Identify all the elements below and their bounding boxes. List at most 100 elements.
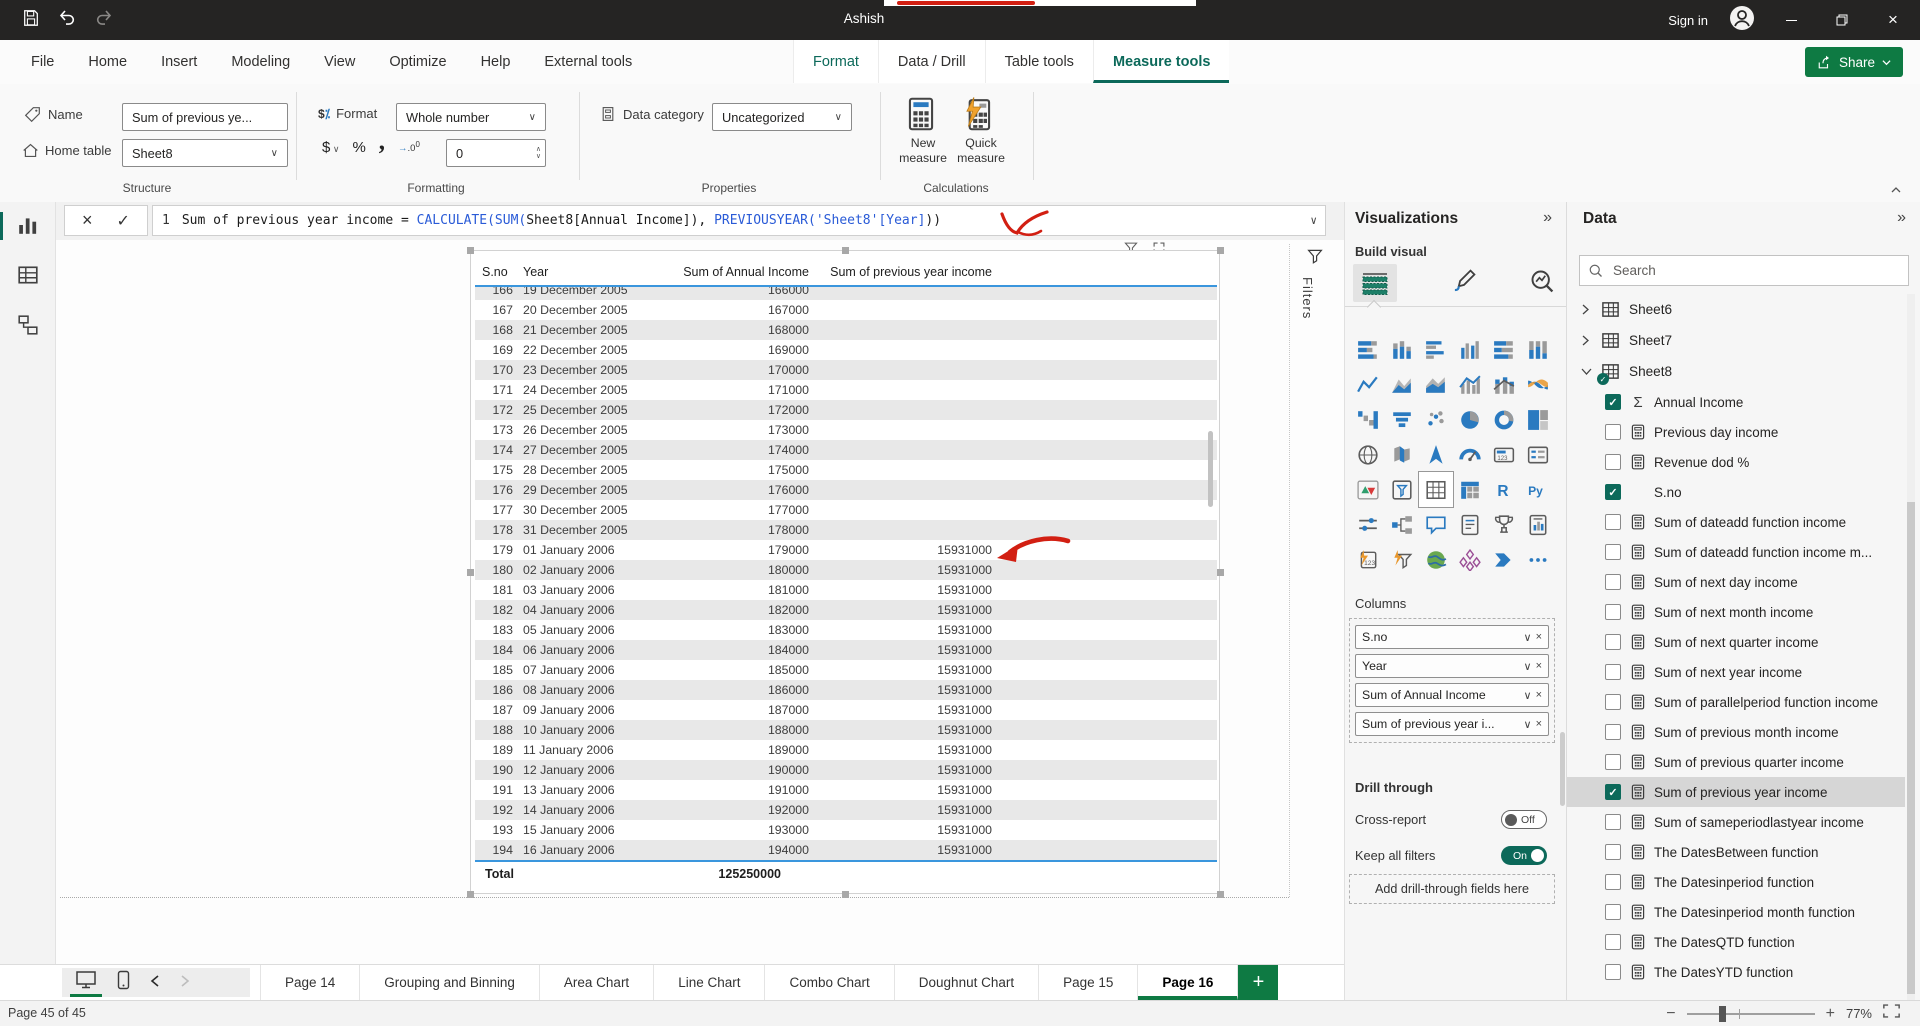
chevron-down-icon[interactable]: ∨: [1524, 660, 1532, 673]
menu-tab-external-tools[interactable]: External tools: [527, 40, 649, 83]
field-checkbox[interactable]: [1605, 634, 1621, 650]
visual-type-100-stacked-bar-chart[interactable]: [1487, 332, 1521, 367]
field-well-year[interactable]: Year∨×: [1355, 654, 1549, 678]
visual-type-smart-narrative[interactable]: [1453, 507, 1487, 542]
analytics-tab[interactable]: [1529, 268, 1555, 299]
field-well-sum-of-previous-year-i[interactable]: Sum of previous year i...∨×: [1355, 712, 1549, 736]
cancel-formula-button[interactable]: ×: [82, 210, 93, 231]
visual-type-scatter-chart[interactable]: [1419, 402, 1453, 437]
visual-type-power-automate-visual[interactable]: [1385, 542, 1419, 577]
field-checkbox[interactable]: [1605, 934, 1621, 950]
page-tab-page-14[interactable]: Page 14: [260, 965, 360, 1000]
visual-type-kpi[interactable]: [1351, 472, 1385, 507]
remove-field-icon[interactable]: ×: [1536, 631, 1542, 643]
menu-tab-insert[interactable]: Insert: [144, 40, 214, 83]
previous-page-icon[interactable]: [150, 974, 160, 992]
visual-type-line-stacked-column-chart[interactable]: [1487, 367, 1521, 402]
field-sum-of-previous-month-income[interactable]: Sum of previous month income: [1567, 717, 1905, 747]
field-well-s-no[interactable]: S.no∨×: [1355, 625, 1549, 649]
visual-type-slicer[interactable]: [1385, 472, 1419, 507]
visual-resize-handle[interactable]: [467, 891, 474, 898]
collapse-ribbon-icon[interactable]: [1890, 182, 1902, 200]
chevron-down-icon[interactable]: ∨: [1524, 689, 1532, 702]
chevron-down-icon[interactable]: ∨: [1524, 718, 1532, 731]
visual-resize-handle[interactable]: [467, 569, 474, 576]
share-button[interactable]: Share: [1805, 47, 1903, 77]
visual-type-gauge[interactable]: [1453, 437, 1487, 472]
menu-tab-table-tools[interactable]: Table tools: [985, 40, 1093, 83]
visualizations-scrollbar[interactable]: [1560, 732, 1565, 806]
page-tab-line-chart[interactable]: Line Chart: [654, 965, 765, 1000]
visual-type-matrix[interactable]: [1453, 472, 1487, 507]
menu-tab-help[interactable]: Help: [464, 40, 528, 83]
field-the-datesytd-function[interactable]: The DatesYTD function: [1567, 957, 1905, 987]
visual-type-arcgis-map[interactable]: [1419, 542, 1453, 577]
field-the-datesinperiod-function[interactable]: The Datesinperiod function: [1567, 867, 1905, 897]
data-category-dropdown[interactable]: Uncategorized∨: [712, 103, 852, 131]
table-node-sheet7[interactable]: Sheet7: [1567, 325, 1905, 356]
measure-name-input[interactable]: [122, 103, 288, 131]
menu-tab-optimize[interactable]: Optimize: [372, 40, 463, 83]
field-checkbox[interactable]: [1605, 694, 1621, 710]
page-tab-grouping-and-binning[interactable]: Grouping and Binning: [360, 965, 540, 1000]
field-revenue-dod[interactable]: Revenue dod %: [1567, 447, 1905, 477]
visual-resize-handle[interactable]: [1217, 247, 1224, 254]
menu-tab-measure-tools[interactable]: Measure tools: [1093, 40, 1230, 83]
menu-tab-home[interactable]: Home: [71, 40, 144, 83]
visual-type-paginated-report[interactable]: [1521, 507, 1555, 542]
thousands-separator-button[interactable]: ,: [379, 137, 385, 147]
visual-type-card[interactable]: 123: [1487, 437, 1521, 472]
visual-type-qa-visual[interactable]: [1419, 507, 1453, 542]
format-dropdown[interactable]: Whole number∨: [396, 103, 546, 131]
expand-icon[interactable]: [1581, 367, 1593, 376]
zoom-slider-thumb[interactable]: [1719, 1006, 1726, 1022]
field-the-datesqtd-function[interactable]: The DatesQTD function: [1567, 927, 1905, 957]
desktop-layout-icon[interactable]: [75, 970, 97, 995]
visual-type-waterfall-chart[interactable]: [1351, 402, 1385, 437]
percent-format-button[interactable]: %: [352, 139, 365, 156]
column-header-sum-of-previous-year-income[interactable]: Sum of previous year income: [809, 265, 992, 279]
page-tab-page-15[interactable]: Page 15: [1039, 965, 1138, 1000]
visual-type-power-apps-visual[interactable]: 123: [1351, 542, 1385, 577]
visual-resize-handle[interactable]: [467, 247, 474, 254]
visual-type-goals[interactable]: [1487, 507, 1521, 542]
field-s-no[interactable]: ✓S.no: [1567, 477, 1905, 507]
zoom-out-button[interactable]: −: [1666, 1005, 1675, 1023]
expand-icon[interactable]: [1581, 335, 1593, 346]
visual-type-donut-chart[interactable]: [1487, 402, 1521, 437]
model-view-icon[interactable]: [17, 314, 39, 341]
zoom-in-button[interactable]: +: [1826, 1005, 1835, 1023]
expand-formula-chevron-icon[interactable]: ∨: [1310, 214, 1317, 227]
add-page-button[interactable]: +: [1238, 965, 1278, 1000]
field-sum-of-next-day-income[interactable]: Sum of next day income: [1567, 567, 1905, 597]
formula-input[interactable]: 1 Sum of previous year income = CALCULAT…: [152, 205, 1326, 236]
field-checkbox[interactable]: [1605, 904, 1621, 920]
menu-tab-file[interactable]: File: [14, 40, 71, 83]
minimize-button[interactable]: [1776, 0, 1806, 40]
menu-tab-view[interactable]: View: [307, 40, 372, 83]
undo-icon[interactable]: [57, 8, 77, 33]
visual-type-clustered-column-chart[interactable]: [1453, 332, 1487, 367]
collapse-pane-icon[interactable]: »: [1897, 209, 1906, 227]
visual-type-line-clustered-column-chart[interactable]: [1453, 367, 1487, 402]
visual-type-ribbon-chart[interactable]: [1521, 367, 1555, 402]
stepper-arrows-icon[interactable]: ∧∨: [536, 146, 541, 160]
visual-type-funnel-chart[interactable]: [1385, 402, 1419, 437]
account-avatar[interactable]: [1729, 5, 1755, 36]
field-checkbox[interactable]: [1605, 424, 1621, 440]
field-checkbox[interactable]: [1605, 454, 1621, 470]
page-tab-page-16[interactable]: Page 16: [1138, 965, 1238, 1000]
data-pane-scrollbar[interactable]: [1907, 294, 1915, 1000]
field-checkbox[interactable]: [1605, 514, 1621, 530]
field-sum-of-next-quarter-income[interactable]: Sum of next quarter income: [1567, 627, 1905, 657]
field-checkbox[interactable]: [1605, 814, 1621, 830]
field-checkbox[interactable]: [1605, 844, 1621, 860]
field-checkbox[interactable]: [1605, 754, 1621, 770]
visual-type-filled-map[interactable]: [1385, 437, 1419, 472]
field-checkbox[interactable]: ✓: [1605, 394, 1621, 410]
field-sum-of-next-month-income[interactable]: Sum of next month income: [1567, 597, 1905, 627]
field-sum-of-next-year-income[interactable]: Sum of next year income: [1567, 657, 1905, 687]
field-the-datesbetween-function[interactable]: The DatesBetween function: [1567, 837, 1905, 867]
fit-to-page-icon[interactable]: [1883, 1004, 1900, 1023]
redo-icon[interactable]: [94, 8, 114, 33]
